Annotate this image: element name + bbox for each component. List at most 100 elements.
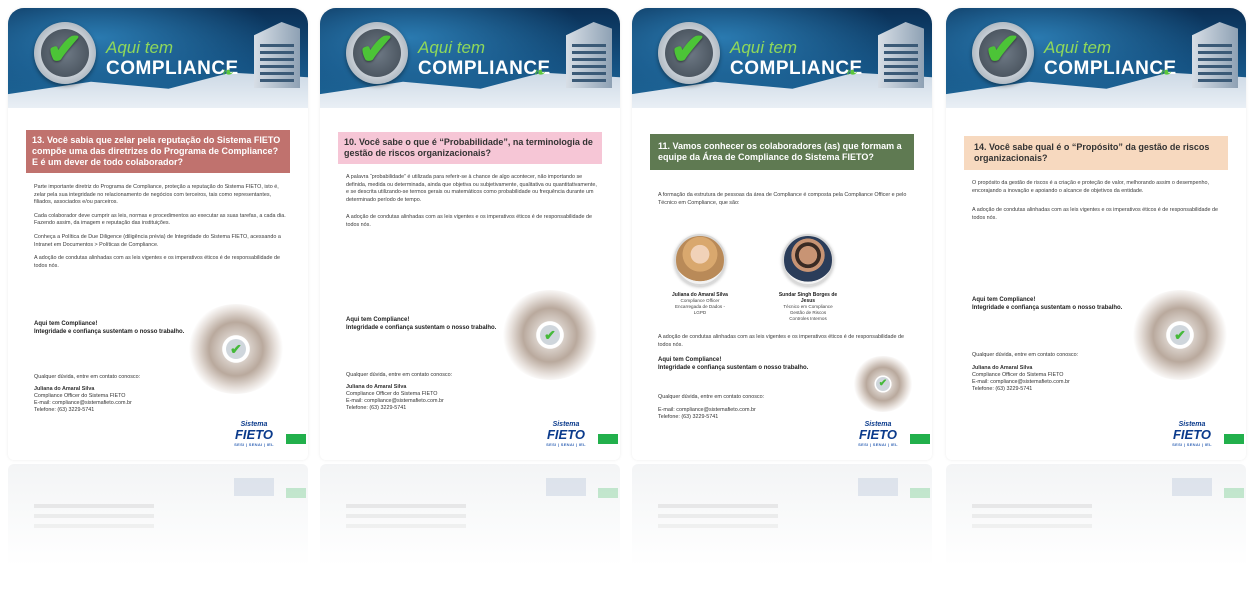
slogan: Aqui tem Compliance! Integridade e confi… xyxy=(346,316,496,332)
question-header: 14. Você sabe qual é o “Propósito” da ge… xyxy=(964,136,1228,170)
card-11[interactable]: ✔ Aqui tem COMPLIANCE ❧ 11. Vamos conhec… xyxy=(632,8,932,460)
crowd-illustration: ✔ xyxy=(1130,290,1230,380)
card-reflection xyxy=(8,464,308,584)
card-10[interactable]: ✔ Aqui tem COMPLIANCE ❧ 10. Você sabe o … xyxy=(320,8,620,460)
contact-block: Qualquer dúvida, entre em contato conosc… xyxy=(34,374,140,414)
card-14[interactable]: ✔ Aqui tem COMPLIANCE ❧ 14. Você sabe qu… xyxy=(946,8,1246,460)
logo-line3: SESI | SENAI | IEL xyxy=(546,442,586,447)
paragraph: A palavra “probabilidade” é utilizada pa… xyxy=(346,174,597,203)
slogan-title: Aqui tem Compliance! xyxy=(972,297,1036,303)
green-tab xyxy=(598,434,618,444)
body-text: A formação da estrutura de pessoas da ár… xyxy=(658,192,910,213)
person-juliana: Juliana do Amaral Silva Compliance Offic… xyxy=(670,234,730,316)
contact-name: Juliana do Amaral Silva xyxy=(34,386,95,392)
body-text: O propósito da gestão de riscos é a cria… xyxy=(972,180,1224,228)
leaf-icon: ❧ xyxy=(222,64,234,80)
card-reflection xyxy=(320,464,620,584)
contact-email[interactable]: E-mail: compliance@sistemafieto.com.br xyxy=(658,407,764,414)
banner: ✔ Aqui tem COMPLIANCE ❧ xyxy=(946,8,1246,108)
leaf-icon: ❧ xyxy=(846,64,858,80)
person-sundar: Sundar Singh Borges de Jesus Técnico em … xyxy=(776,234,840,322)
crowd-illustration: ✔ xyxy=(500,290,600,380)
crowd-illustration: ✔ xyxy=(186,304,286,394)
slogan: Aqui tem Compliance! Integridade e confi… xyxy=(658,356,808,372)
contact-role: Compliance Officer do Sistema FIETO xyxy=(972,372,1064,378)
checkmark-icon: ✔ xyxy=(876,377,890,391)
slogan-title: Aqui tem Compliance! xyxy=(34,321,98,327)
card-reflection xyxy=(632,464,932,584)
contact-intro: Qualquer dúvida, entre em contato conosc… xyxy=(346,372,453,378)
person-role: Técnico em Compliance Gestão de Riscos C… xyxy=(783,304,833,321)
checkmark-icon: ✔ xyxy=(670,25,707,74)
slogan-title: Aqui tem Compliance! xyxy=(658,357,722,363)
checkmark-icon: ✔ xyxy=(226,339,246,359)
contact-email[interactable]: E-mail: compliance@sistemafieto.com.br xyxy=(346,398,452,405)
contact-email[interactable]: E-mail: compliance@sistemafieto.com.br xyxy=(34,400,140,407)
paragraph: A formação da estrutura de pessoas da ár… xyxy=(658,192,907,206)
logo-line2: FIETO xyxy=(546,427,586,442)
green-tab xyxy=(286,434,306,444)
body-text: A palavra “probabilidade” é utilizada pa… xyxy=(346,174,598,236)
contact-name: Juliana do Amaral Silva xyxy=(346,384,407,390)
checkmark-icon: ✔ xyxy=(358,25,395,74)
paragraph: A adoção de condutas alinhadas com as le… xyxy=(34,255,281,269)
contact-phone: Telefone: (63) 3229-5741 xyxy=(34,407,95,413)
avatar xyxy=(674,234,726,286)
contact-role: Compliance Officer do Sistema FIETO xyxy=(346,391,438,397)
person-name: Sundar Singh Borges de Jesus xyxy=(778,292,838,304)
fieto-logo: Sistema FIETO SESI | SENAI | IEL xyxy=(1172,420,1212,450)
contact-phone: Telefone: (63) 3229-5741 xyxy=(658,414,719,420)
logo-line2: FIETO xyxy=(858,427,898,442)
gallery: ✔ Aqui tem COMPLIANCE ❧ 13. Você sabia q… xyxy=(0,0,1250,592)
building-icon xyxy=(566,22,612,88)
person-role: Compliance Officer Encarregada de Dados … xyxy=(674,298,726,315)
paragraph: Parte importante diretriz do Programa de… xyxy=(34,184,279,206)
paragraph: O propósito da gestão de riscos é a cria… xyxy=(972,180,1210,194)
logo-line3: SESI | SENAI | IEL xyxy=(1172,442,1212,447)
paragraph: A adoção de condutas alinhadas com as le… xyxy=(346,214,593,228)
fieto-logo: Sistema FIETO SESI | SENAI | IEL xyxy=(546,420,586,450)
question-header: 10. Você sabe o que é “Probabilidade”, n… xyxy=(338,132,602,164)
fieto-logo: Sistema FIETO SESI | SENAI | IEL xyxy=(858,420,898,450)
slogan: Aqui tem Compliance! Integridade e confi… xyxy=(972,296,1122,312)
banner-aqui: Aqui tem xyxy=(106,38,174,57)
checkmark-icon: ✔ xyxy=(984,25,1021,74)
banner-compliance: COMPLIANCE xyxy=(106,58,239,79)
after-text: A adoção de condutas alinhadas com as le… xyxy=(658,334,905,348)
contact-phone: Telefone: (63) 3229-5741 xyxy=(346,405,407,411)
checkmark-icon: ✔ xyxy=(540,325,560,345)
contact-email[interactable]: E-mail: compliance@sistemafieto.com.br xyxy=(972,379,1078,386)
fieto-logo: Sistema FIETO SESI | SENAI | IEL xyxy=(234,420,274,450)
slogan-text: Integridade e confiança sustentam o noss… xyxy=(346,325,497,331)
banner-aqui: Aqui tem xyxy=(418,38,486,57)
slogan-text: Integridade e confiança sustentam o noss… xyxy=(34,329,185,335)
banner-aqui: Aqui tem xyxy=(730,38,798,57)
crowd-illustration: ✔ xyxy=(852,356,914,412)
building-icon xyxy=(1192,22,1238,88)
question-header: 11. Vamos conhecer os colaboradores (as)… xyxy=(650,134,914,170)
card-reflection xyxy=(946,464,1246,584)
leaf-icon: ❧ xyxy=(1160,64,1172,80)
banner-compliance: COMPLIANCE xyxy=(730,58,863,79)
checkmark-icon: ✔ xyxy=(46,25,83,74)
contact-intro: Qualquer dúvida, entre em contato conosc… xyxy=(658,394,765,400)
contact-intro: Qualquer dúvida, entre em contato conosc… xyxy=(972,352,1079,358)
green-tab xyxy=(910,434,930,444)
slogan: Aqui tem Compliance! Integridade e confi… xyxy=(34,320,184,336)
avatar xyxy=(782,234,834,286)
slogan-text: Integridade e confiança sustentam o noss… xyxy=(972,305,1123,311)
contact-block: Qualquer dúvida, entre em contato conosc… xyxy=(972,352,1078,393)
slogan-title: Aqui tem Compliance! xyxy=(346,317,410,323)
body-text: Parte importante diretriz do Programa de… xyxy=(34,184,286,276)
building-icon xyxy=(878,22,924,88)
logo-line3: SESI | SENAI | IEL xyxy=(858,442,898,447)
card-13[interactable]: ✔ Aqui tem COMPLIANCE ❧ 13. Você sabia q… xyxy=(8,8,308,460)
contact-role: Compliance Officer do Sistema FIETO xyxy=(34,393,126,399)
banner: ✔ Aqui tem COMPLIANCE ❧ xyxy=(632,8,932,108)
contact-phone: Telefone: (63) 3229-5741 xyxy=(972,386,1033,392)
paragraph: Conheça a Política de Due Diligence (dil… xyxy=(34,233,281,248)
leaf-icon: ❧ xyxy=(534,64,546,80)
logo-line2: FIETO xyxy=(234,427,274,442)
banner: ✔ Aqui tem COMPLIANCE ❧ xyxy=(320,8,620,108)
contact-name: Juliana do Amaral Silva xyxy=(972,365,1033,371)
